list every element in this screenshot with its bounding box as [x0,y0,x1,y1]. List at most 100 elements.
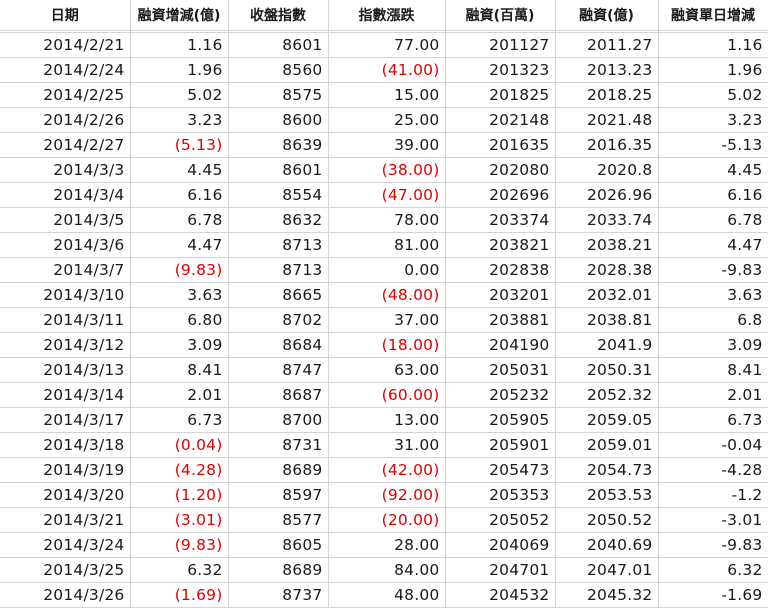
header-margin-100m[interactable]: 融資(億) [555,0,659,31]
cell-margin-change[interactable]: 1.96 [130,57,229,83]
cell-index-change[interactable]: (20.00) [328,507,446,533]
cell-date[interactable]: 2014/3/7 [0,257,131,283]
cell-margin-change[interactable]: (3.01) [130,507,229,533]
cell-index-change[interactable]: 0.00 [328,257,446,283]
cell-date[interactable]: 2014/3/20 [0,482,131,508]
cell-margin-million[interactable]: 204190 [445,332,556,358]
cell-daily-change[interactable]: 6.16 [658,182,768,208]
cell-margin-change[interactable]: 1.16 [130,32,229,58]
cell-margin-100m[interactable]: 2038.81 [555,307,659,333]
cell-daily-change[interactable]: 3.63 [658,282,768,308]
cell-date[interactable]: 2014/3/6 [0,232,131,258]
cell-margin-million[interactable]: 203374 [445,207,556,233]
cell-index-change[interactable]: 37.00 [328,307,446,333]
cell-margin-million[interactable]: 201127 [445,32,556,58]
cell-margin-million[interactable]: 201825 [445,82,556,108]
cell-margin-million[interactable]: 204532 [445,582,556,608]
cell-date[interactable]: 2014/3/14 [0,382,131,408]
cell-index-change[interactable]: (42.00) [328,457,446,483]
header-margin-million[interactable]: 融資(百萬) [445,0,556,31]
cell-index-change[interactable]: (41.00) [328,57,446,83]
cell-margin-change[interactable]: 4.47 [130,232,229,258]
cell-daily-change[interactable]: -0.04 [658,432,768,458]
cell-margin-million[interactable]: 205031 [445,357,556,383]
cell-margin-million[interactable]: 203881 [445,307,556,333]
cell-index-change[interactable]: 31.00 [328,432,446,458]
cell-close-index[interactable]: 8713 [228,232,329,258]
cell-close-index[interactable]: 8702 [228,307,329,333]
cell-margin-change[interactable]: 2.01 [130,382,229,408]
cell-daily-change[interactable]: 8.41 [658,357,768,383]
cell-daily-change[interactable]: 3.23 [658,107,768,133]
cell-daily-change[interactable]: -1.69 [658,582,768,608]
cell-margin-million[interactable]: 202148 [445,107,556,133]
header-date[interactable]: 日期 [0,0,131,31]
cell-margin-change[interactable]: 6.78 [130,207,229,233]
cell-index-change[interactable]: (38.00) [328,157,446,183]
cell-daily-change[interactable]: 4.45 [658,157,768,183]
cell-index-change[interactable]: (60.00) [328,382,446,408]
cell-date[interactable]: 2014/2/27 [0,132,131,158]
cell-margin-million[interactable]: 204701 [445,557,556,583]
cell-date[interactable]: 2014/3/4 [0,182,131,208]
cell-daily-change[interactable]: -5.13 [658,132,768,158]
cell-margin-100m[interactable]: 2020.8 [555,157,659,183]
cell-close-index[interactable]: 8639 [228,132,329,158]
cell-date[interactable]: 2014/2/24 [0,57,131,83]
cell-daily-change[interactable]: 6.8 [658,307,768,333]
cell-margin-100m[interactable]: 2033.74 [555,207,659,233]
cell-date[interactable]: 2014/2/26 [0,107,131,133]
cell-date[interactable]: 2014/3/26 [0,582,131,608]
cell-close-index[interactable]: 8632 [228,207,329,233]
cell-daily-change[interactable]: 4.47 [658,232,768,258]
cell-margin-100m[interactable]: 2059.01 [555,432,659,458]
cell-date[interactable]: 2014/3/21 [0,507,131,533]
cell-margin-100m[interactable]: 2021.48 [555,107,659,133]
cell-margin-million[interactable]: 205232 [445,382,556,408]
cell-close-index[interactable]: 8689 [228,457,329,483]
cell-daily-change[interactable]: -1.2 [658,482,768,508]
cell-margin-million[interactable]: 202696 [445,182,556,208]
cell-date[interactable]: 2014/3/12 [0,332,131,358]
cell-margin-million[interactable]: 205473 [445,457,556,483]
cell-margin-100m[interactable]: 2032.01 [555,282,659,308]
cell-margin-change[interactable]: (5.13) [130,132,229,158]
cell-close-index[interactable]: 8731 [228,432,329,458]
cell-close-index[interactable]: 8600 [228,107,329,133]
cell-margin-change[interactable]: 6.16 [130,182,229,208]
cell-close-index[interactable]: 8601 [228,32,329,58]
cell-index-change[interactable]: 28.00 [328,532,446,558]
cell-index-change[interactable]: (47.00) [328,182,446,208]
cell-date[interactable]: 2014/2/25 [0,82,131,108]
cell-margin-100m[interactable]: 2059.05 [555,407,659,433]
cell-margin-100m[interactable]: 2040.69 [555,532,659,558]
cell-margin-million[interactable]: 201323 [445,57,556,83]
header-margin-change-100m[interactable]: 融資增減(億) [130,0,229,31]
cell-margin-million[interactable]: 204069 [445,532,556,558]
cell-margin-100m[interactable]: 2050.31 [555,357,659,383]
cell-margin-change[interactable]: 3.09 [130,332,229,358]
cell-margin-change[interactable]: 3.63 [130,282,229,308]
cell-margin-change[interactable]: (9.83) [130,257,229,283]
cell-margin-change[interactable]: (1.20) [130,482,229,508]
cell-margin-change[interactable]: (9.83) [130,532,229,558]
cell-index-change[interactable]: 15.00 [328,82,446,108]
cell-margin-change[interactable]: 3.23 [130,107,229,133]
cell-margin-100m[interactable]: 2026.96 [555,182,659,208]
cell-close-index[interactable]: 8575 [228,82,329,108]
cell-close-index[interactable]: 8689 [228,557,329,583]
cell-margin-change[interactable]: 6.80 [130,307,229,333]
cell-daily-change[interactable]: -9.83 [658,532,768,558]
cell-margin-million[interactable]: 203821 [445,232,556,258]
cell-margin-million[interactable]: 201635 [445,132,556,158]
cell-daily-change[interactable]: 6.32 [658,557,768,583]
cell-date[interactable]: 2014/3/18 [0,432,131,458]
cell-margin-change[interactable]: (0.04) [130,432,229,458]
cell-index-change[interactable]: (18.00) [328,332,446,358]
cell-index-change[interactable]: 25.00 [328,107,446,133]
cell-daily-change[interactable]: 3.09 [658,332,768,358]
cell-daily-change[interactable]: -4.28 [658,457,768,483]
cell-index-change[interactable]: 48.00 [328,582,446,608]
cell-index-change[interactable]: 63.00 [328,357,446,383]
cell-margin-change[interactable]: (4.28) [130,457,229,483]
